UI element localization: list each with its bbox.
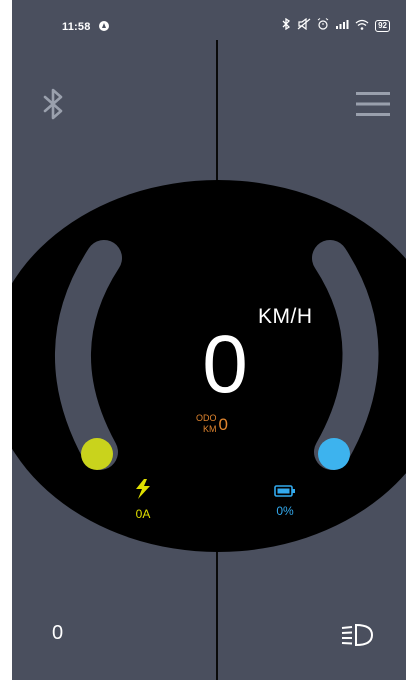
speed-value: 0	[202, 319, 248, 410]
battery-icon	[274, 484, 296, 501]
battery-value: 0%	[276, 504, 294, 518]
menu-icon	[356, 92, 390, 116]
km-label: KM	[203, 424, 217, 434]
odometer-labels: ODO KM	[196, 413, 217, 435]
odo-label: ODO	[196, 413, 217, 423]
headlight-icon	[341, 623, 374, 647]
odometer: ODO KM 0	[196, 413, 228, 435]
odometer-value: 0	[218, 415, 228, 434]
headlight-button[interactable]	[340, 622, 376, 648]
battery-indicator: 0%	[262, 484, 308, 518]
right-knob	[318, 438, 350, 470]
lightning-icon	[134, 479, 152, 504]
bluetooth-icon	[43, 88, 63, 120]
trip-value: 0	[52, 622, 64, 644]
left-knob	[81, 438, 113, 470]
menu-button[interactable]	[356, 90, 390, 118]
app-screen: 11:58 92 KM/H 0 ODO KM 0 0A 0% 0	[12, 0, 406, 680]
current-indicator: 0A	[120, 478, 166, 521]
current-value: 0A	[135, 507, 151, 521]
bluetooth-button[interactable]	[38, 86, 68, 122]
